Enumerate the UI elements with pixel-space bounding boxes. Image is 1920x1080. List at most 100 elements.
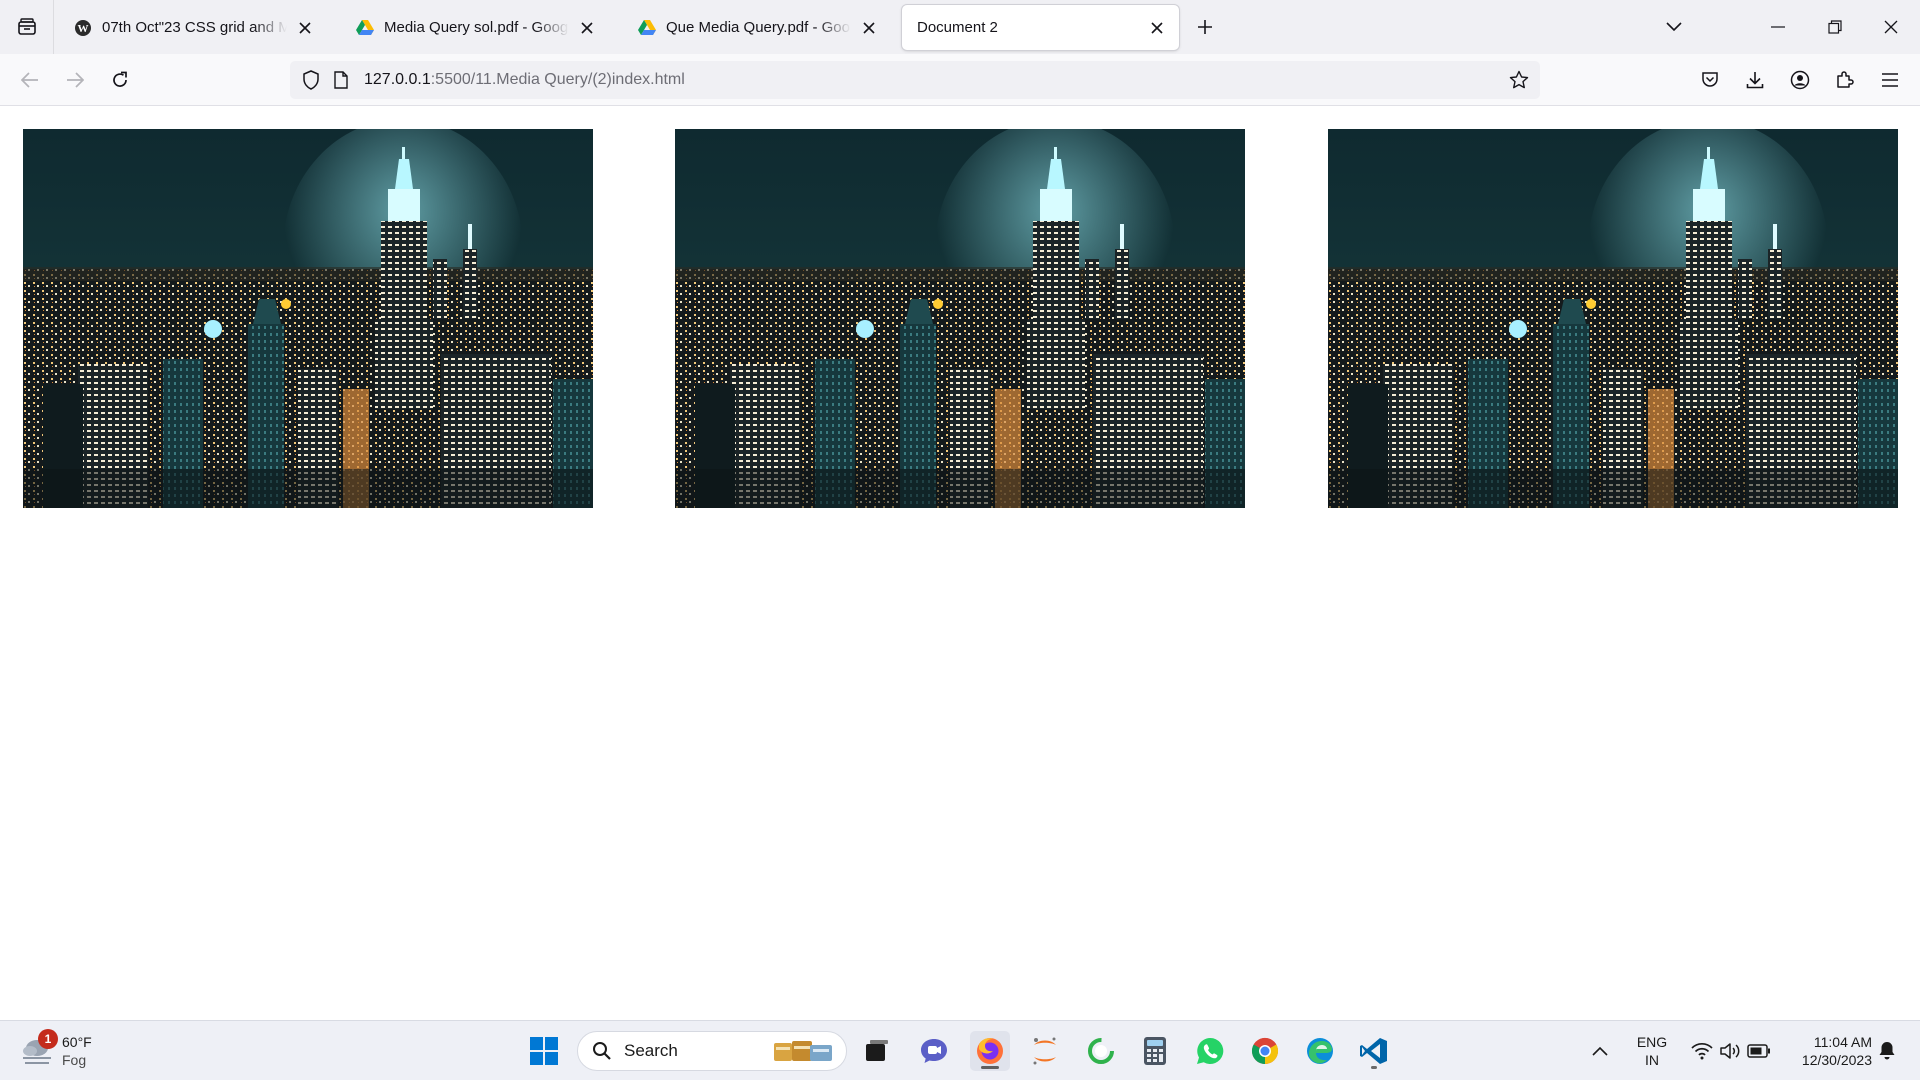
start-button[interactable] bbox=[524, 1031, 564, 1071]
puzzle-icon bbox=[1837, 71, 1854, 88]
star-icon[interactable] bbox=[1504, 65, 1534, 95]
close-icon[interactable] bbox=[575, 16, 599, 40]
google-drive-icon bbox=[638, 19, 656, 37]
close-icon[interactable] bbox=[293, 16, 317, 40]
chrome-button[interactable] bbox=[1245, 1031, 1285, 1071]
tab-title: Document 2 bbox=[917, 19, 998, 36]
active-indicator bbox=[981, 1066, 999, 1069]
download-icon bbox=[1746, 72, 1764, 89]
task-view-button[interactable] bbox=[857, 1031, 897, 1071]
tab-media-query-sol[interactable]: Media Query sol.pdf - Google Drive bbox=[341, 5, 609, 50]
notifications-button[interactable] bbox=[1872, 1031, 1902, 1071]
teams-chat-button[interactable] bbox=[914, 1031, 954, 1071]
clock-date: 12/30/2023 bbox=[1801, 1052, 1872, 1068]
reload-icon bbox=[113, 71, 127, 87]
minimize-button[interactable] bbox=[1755, 0, 1801, 54]
chevron-down-icon bbox=[1666, 22, 1682, 32]
refresh-app-button[interactable] bbox=[1081, 1031, 1121, 1071]
battery-icon bbox=[1747, 1044, 1770, 1058]
search-icon bbox=[593, 1042, 611, 1060]
minimize-icon bbox=[1771, 26, 1785, 28]
edge-icon bbox=[1307, 1038, 1333, 1064]
arrow-left-icon bbox=[21, 72, 38, 88]
pocket-button[interactable] bbox=[1692, 62, 1728, 98]
windows-logo-icon bbox=[530, 1037, 558, 1065]
page-icon[interactable] bbox=[326, 65, 356, 95]
tab-title: Que Media Query.pdf - Google Drive bbox=[666, 19, 851, 36]
search-highlight-icon bbox=[774, 1041, 832, 1061]
wifi-icon bbox=[1691, 1042, 1713, 1060]
circular-arrows-icon bbox=[1088, 1038, 1114, 1064]
language-code: ENG bbox=[1636, 1034, 1668, 1050]
city-night-image bbox=[675, 129, 1245, 508]
clock[interactable]: 11:04 AM 12/30/2023 bbox=[1782, 1033, 1872, 1069]
vscode-button[interactable] bbox=[1354, 1031, 1394, 1071]
jupyter-icon bbox=[1033, 1037, 1056, 1065]
restore-icon bbox=[1828, 20, 1842, 34]
calculator-button[interactable] bbox=[1135, 1031, 1175, 1071]
tab-que-media-query[interactable]: Que Media Query.pdf - Google Drive bbox=[623, 5, 891, 50]
system-status-button[interactable] bbox=[1681, 1031, 1781, 1071]
back-button[interactable] bbox=[12, 62, 48, 98]
notification-badge: 1 bbox=[38, 1029, 58, 1049]
google-drive-icon bbox=[356, 19, 374, 37]
forward-button[interactable] bbox=[57, 62, 93, 98]
chevron-up-icon bbox=[1592, 1046, 1608, 1056]
close-window-button[interactable] bbox=[1868, 0, 1914, 54]
new-tab-button[interactable] bbox=[1190, 12, 1220, 42]
account-icon bbox=[1790, 70, 1810, 90]
close-icon bbox=[1884, 20, 1898, 34]
task-view-icon bbox=[866, 1040, 888, 1061]
chat-icon bbox=[921, 1039, 947, 1063]
clock-time: 11:04 AM bbox=[1813, 1034, 1872, 1050]
search-label: Search bbox=[624, 1041, 678, 1060]
edge-button[interactable] bbox=[1300, 1031, 1340, 1071]
calculator-icon bbox=[1144, 1037, 1166, 1065]
restore-button[interactable] bbox=[1812, 0, 1858, 54]
url-bar[interactable]: 127.0.0.1:5500/11.Media Query/(2)index.h… bbox=[290, 61, 1540, 99]
volume-icon bbox=[1720, 1043, 1740, 1059]
downloads-button[interactable] bbox=[1737, 62, 1773, 98]
wordpress-icon: W bbox=[74, 19, 92, 37]
weather-condition: Fog bbox=[62, 1052, 87, 1068]
tab-wordpress[interactable]: W 07th Oct"23 CSS grid and Media bbox=[59, 5, 327, 50]
bell-icon bbox=[1879, 1042, 1895, 1060]
extensions-button[interactable] bbox=[1827, 62, 1863, 98]
close-icon[interactable] bbox=[1145, 16, 1169, 40]
taskbar: 1 60°F Fog Search ENG IN 11:04 AM 12/30/… bbox=[0, 1020, 1920, 1080]
url-host: 127.0.0.1 bbox=[364, 71, 431, 88]
weather-widget[interactable]: 1 60°F Fog bbox=[20, 1028, 92, 1074]
whatsapp-button[interactable] bbox=[1190, 1031, 1230, 1071]
svg-text:W: W bbox=[78, 23, 89, 35]
language-indicator[interactable]: ENG IN bbox=[1627, 1033, 1677, 1069]
menu-button[interactable] bbox=[1872, 62, 1908, 98]
vscode-icon bbox=[1360, 1038, 1387, 1064]
page-content bbox=[0, 106, 1920, 1020]
taskbar-search[interactable]: Search bbox=[577, 1031, 847, 1071]
url-text[interactable]: 127.0.0.1:5500/11.Media Query/(2)index.h… bbox=[364, 71, 685, 89]
close-icon[interactable] bbox=[857, 16, 881, 40]
tab-strip: W 07th Oct"23 CSS grid and Media Media Q… bbox=[0, 0, 1920, 54]
reload-button[interactable] bbox=[102, 62, 138, 98]
whatsapp-icon bbox=[1197, 1037, 1224, 1064]
firefox-taskbar-button[interactable] bbox=[970, 1031, 1010, 1071]
city-night-image bbox=[1328, 129, 1898, 508]
running-indicator bbox=[1371, 1066, 1377, 1069]
tab-list-button[interactable] bbox=[0, 0, 54, 54]
chrome-icon bbox=[1251, 1037, 1279, 1065]
tab-title: 07th Oct"23 CSS grid and Media bbox=[102, 19, 287, 36]
navigation-toolbar: 127.0.0.1:5500/11.Media Query/(2)index.h… bbox=[0, 54, 1920, 106]
list-all-tabs-button[interactable] bbox=[1651, 0, 1697, 54]
plus-icon bbox=[1198, 20, 1212, 34]
tab-title: Media Query sol.pdf - Google Drive bbox=[384, 19, 569, 36]
tab-document-2[interactable]: Document 2 bbox=[902, 5, 1179, 50]
url-path: :5500/11.Media Query/(2)index.html bbox=[430, 71, 685, 88]
jupyter-button[interactable] bbox=[1025, 1031, 1065, 1071]
weather-temperature: 60°F bbox=[62, 1034, 92, 1050]
show-hidden-icons-button[interactable] bbox=[1582, 1031, 1618, 1071]
firefox-icon bbox=[977, 1038, 1003, 1064]
city-night-image bbox=[23, 129, 593, 508]
shield-icon[interactable] bbox=[296, 65, 326, 95]
region-code: IN bbox=[1645, 1052, 1659, 1068]
account-button[interactable] bbox=[1782, 62, 1818, 98]
